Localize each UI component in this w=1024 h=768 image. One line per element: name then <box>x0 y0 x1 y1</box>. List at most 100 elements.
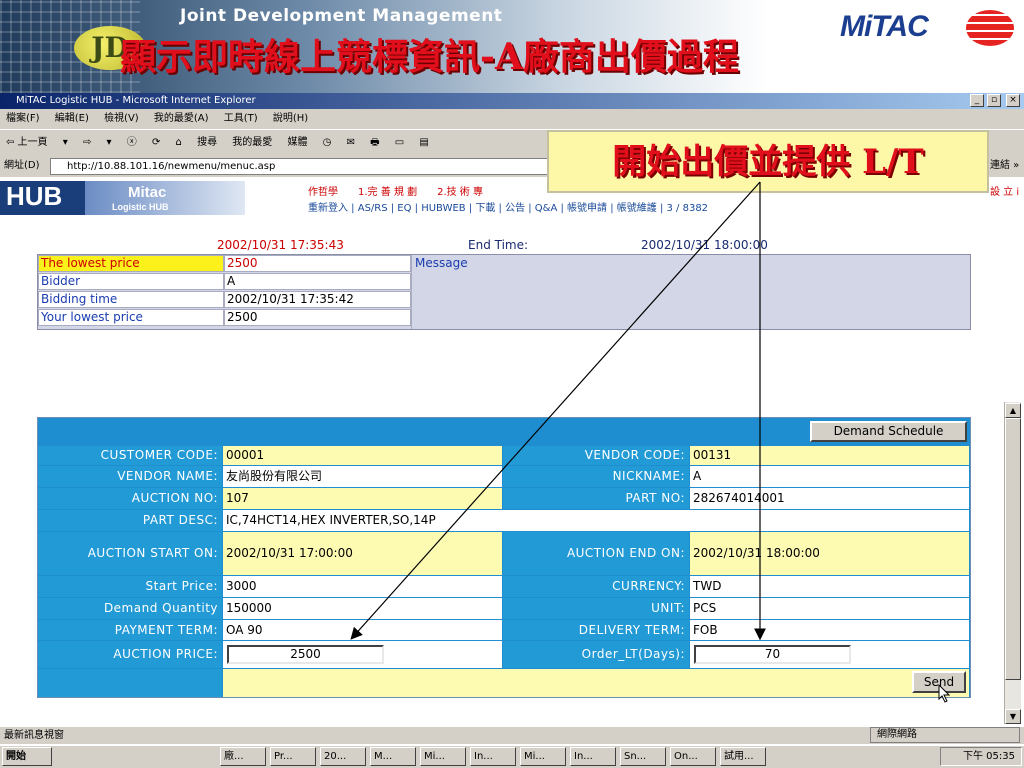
mail-icon[interactable]: ✉ <box>347 137 355 148</box>
mitac-ball-icon <box>966 10 1014 46</box>
maximize-button[interactable]: ▫ <box>987 94 1001 107</box>
vendor-code-value: 00131 <box>690 446 969 465</box>
menu-favorites[interactable]: 我的最愛(A) <box>154 113 209 124</box>
hub-logo: HUB <box>6 181 63 211</box>
hub-brand: Mitac <box>128 184 167 201</box>
demand-quantity-label: Demand Quantity <box>38 598 222 619</box>
vendor-name-label: VENDOR NAME: <box>38 466 222 487</box>
unit-label: UNIT: <box>503 598 689 619</box>
taskbar-item[interactable]: In... <box>470 747 516 766</box>
clock: 下午 05:35 <box>940 747 1022 766</box>
menu-help[interactable]: 說明(H) <box>273 113 308 124</box>
your-lowest-price-value: 2500 <box>224 309 411 326</box>
part-no-value: 282674014001 <box>690 488 969 509</box>
search-button[interactable]: 搜尋 <box>197 137 217 148</box>
menu-view[interactable]: 檢視(V) <box>104 113 139 124</box>
start-price-label: Start Price: <box>38 576 222 597</box>
auction-start-label: AUCTION START ON: <box>38 532 222 575</box>
nickname-label: NICKNAME: <box>503 466 689 487</box>
window-title: MiTAC Logistic HUB - Microsoft Internet … <box>16 95 256 106</box>
part-desc-value: IC,74HCT14,HEX INVERTER,SO,14P <box>223 510 969 531</box>
print-icon[interactable]: 🖶 <box>370 137 379 148</box>
window-titlebar: MiTAC Logistic HUB - Microsoft Internet … <box>0 93 1024 109</box>
edit-icon[interactable]: ▭ <box>395 137 404 148</box>
currency-value: TWD <box>690 576 969 597</box>
scroll-down-icon[interactable]: ▼ <box>1005 709 1021 724</box>
send-row <box>223 669 969 697</box>
links-label[interactable]: 連結 » <box>990 155 1019 177</box>
demand-schedule-button[interactable]: Demand Schedule <box>810 421 967 442</box>
menu-tools[interactable]: 工具(T) <box>224 113 258 124</box>
taskbar-item[interactable]: In... <box>570 747 616 766</box>
taskbar-item[interactable]: M... <box>370 747 416 766</box>
end-time-label: End Time: <box>468 238 529 252</box>
hub-nav-right[interactable]: 設 立 i <box>990 183 1019 198</box>
auction-price-input[interactable]: 2500 <box>227 645 384 664</box>
demand-quantity-value: 150000 <box>223 598 502 619</box>
end-time: 2002/10/31 18:00:00 <box>641 238 768 252</box>
taskbar-item[interactable]: Mi... <box>420 747 466 766</box>
message-label: Message <box>411 255 970 329</box>
bidder-value: A <box>224 273 411 290</box>
auction-no-value: 107 <box>223 488 502 509</box>
start-price-value: 3000 <box>223 576 502 597</box>
taskbar-item[interactable]: Pr... <box>270 747 316 766</box>
stop-icon[interactable]: ⓧ <box>127 137 137 148</box>
discuss-icon[interactable]: ▤ <box>419 137 428 148</box>
home-icon[interactable]: ⌂ <box>176 137 182 148</box>
payment-term-value: OA 90 <box>223 620 502 640</box>
taskbar-item[interactable]: 20... <box>320 747 366 766</box>
banner-subtitle: Joint Development Management <box>180 6 503 26</box>
send-row-label <box>38 669 222 697</box>
back-dropdown-icon[interactable]: ▾ <box>63 137 68 148</box>
auction-price-label: AUCTION PRICE: <box>38 641 222 668</box>
customer-code-label: CUSTOMER CODE: <box>38 446 222 465</box>
nickname-value: A <box>690 466 969 487</box>
taskbar-item[interactable]: Mi... <box>520 747 566 766</box>
taskbar-item[interactable]: On... <box>670 747 716 766</box>
your-lowest-price-label: Your lowest price <box>38 309 224 326</box>
hub-subtitle: Logistic HUB <box>112 202 169 212</box>
menu-file[interactable]: 檔案(F) <box>6 113 40 124</box>
bidder-label: Bidder <box>38 273 224 290</box>
scroll-thumb[interactable] <box>1005 418 1021 680</box>
taskbar-item[interactable]: 廠... <box>220 747 266 766</box>
unit-value: PCS <box>690 598 969 619</box>
vendor-code-label: VENDOR CODE: <box>503 446 689 465</box>
auction-end-value: 2002/10/31 18:00:00 <box>690 532 969 575</box>
order-lt-input[interactable]: 70 <box>694 645 851 664</box>
mitac-logo: MiTAC <box>840 10 929 43</box>
scroll-up-icon[interactable]: ▲ <box>1005 403 1021 418</box>
part-desc-label: PART DESC: <box>38 510 222 531</box>
favorites-button[interactable]: 我的最愛 <box>232 137 272 148</box>
media-button[interactable]: 媒體 <box>287 137 307 148</box>
minimize-button[interactable]: _ <box>970 94 984 107</box>
start-button[interactable]: 開始 <box>2 747 52 766</box>
status-text: 最新訊息視窗 <box>4 730 64 741</box>
customer-code-value: 00001 <box>223 446 502 465</box>
hub-nav-links[interactable]: 重新登入 | AS/RS | EQ | HUBWEB | 下載 | 公告 | Q… <box>308 199 708 214</box>
forward-dropdown-icon[interactable]: ▾ <box>107 137 112 148</box>
auction-start-value: 2002/10/31 17:00:00 <box>223 532 502 575</box>
hub-nav-top[interactable]: 作哲學 1.完 善 規 劃 2.技 術 專 <box>308 183 483 198</box>
currency-label: CURRENCY: <box>503 576 689 597</box>
back-button[interactable]: ⇦ 上一頁 <box>6 137 48 148</box>
mouse-cursor-icon <box>938 684 951 703</box>
refresh-icon[interactable]: ⟳ <box>152 137 160 148</box>
security-zone: 網際網路 <box>870 727 1020 743</box>
delivery-term-value: FOB <box>690 620 969 640</box>
taskbar-item[interactable]: 試用... <box>720 747 766 766</box>
payment-term-label: PAYMENT TERM: <box>38 620 222 640</box>
close-button[interactable]: × <box>1006 94 1020 107</box>
menu-edit[interactable]: 編輯(E) <box>55 113 89 124</box>
auction-no-label: AUCTION NO: <box>38 488 222 509</box>
order-lt-label: Order_LT(Days): <box>503 641 689 668</box>
forward-button[interactable]: ⇨ <box>83 137 91 148</box>
history-icon[interactable]: ◷ <box>323 137 332 148</box>
lowest-price-value: 2500 <box>224 255 411 272</box>
bidding-time-label: Bidding time <box>38 291 224 308</box>
part-no-label: PART NO: <box>503 488 689 509</box>
taskbar-item[interactable]: Sn... <box>620 747 666 766</box>
menu-bar: 檔案(F) 編輯(E) 檢視(V) 我的最愛(A) 工具(T) 說明(H) <box>0 109 1024 129</box>
bidding-time-value: 2002/10/31 17:35:42 <box>224 291 411 308</box>
